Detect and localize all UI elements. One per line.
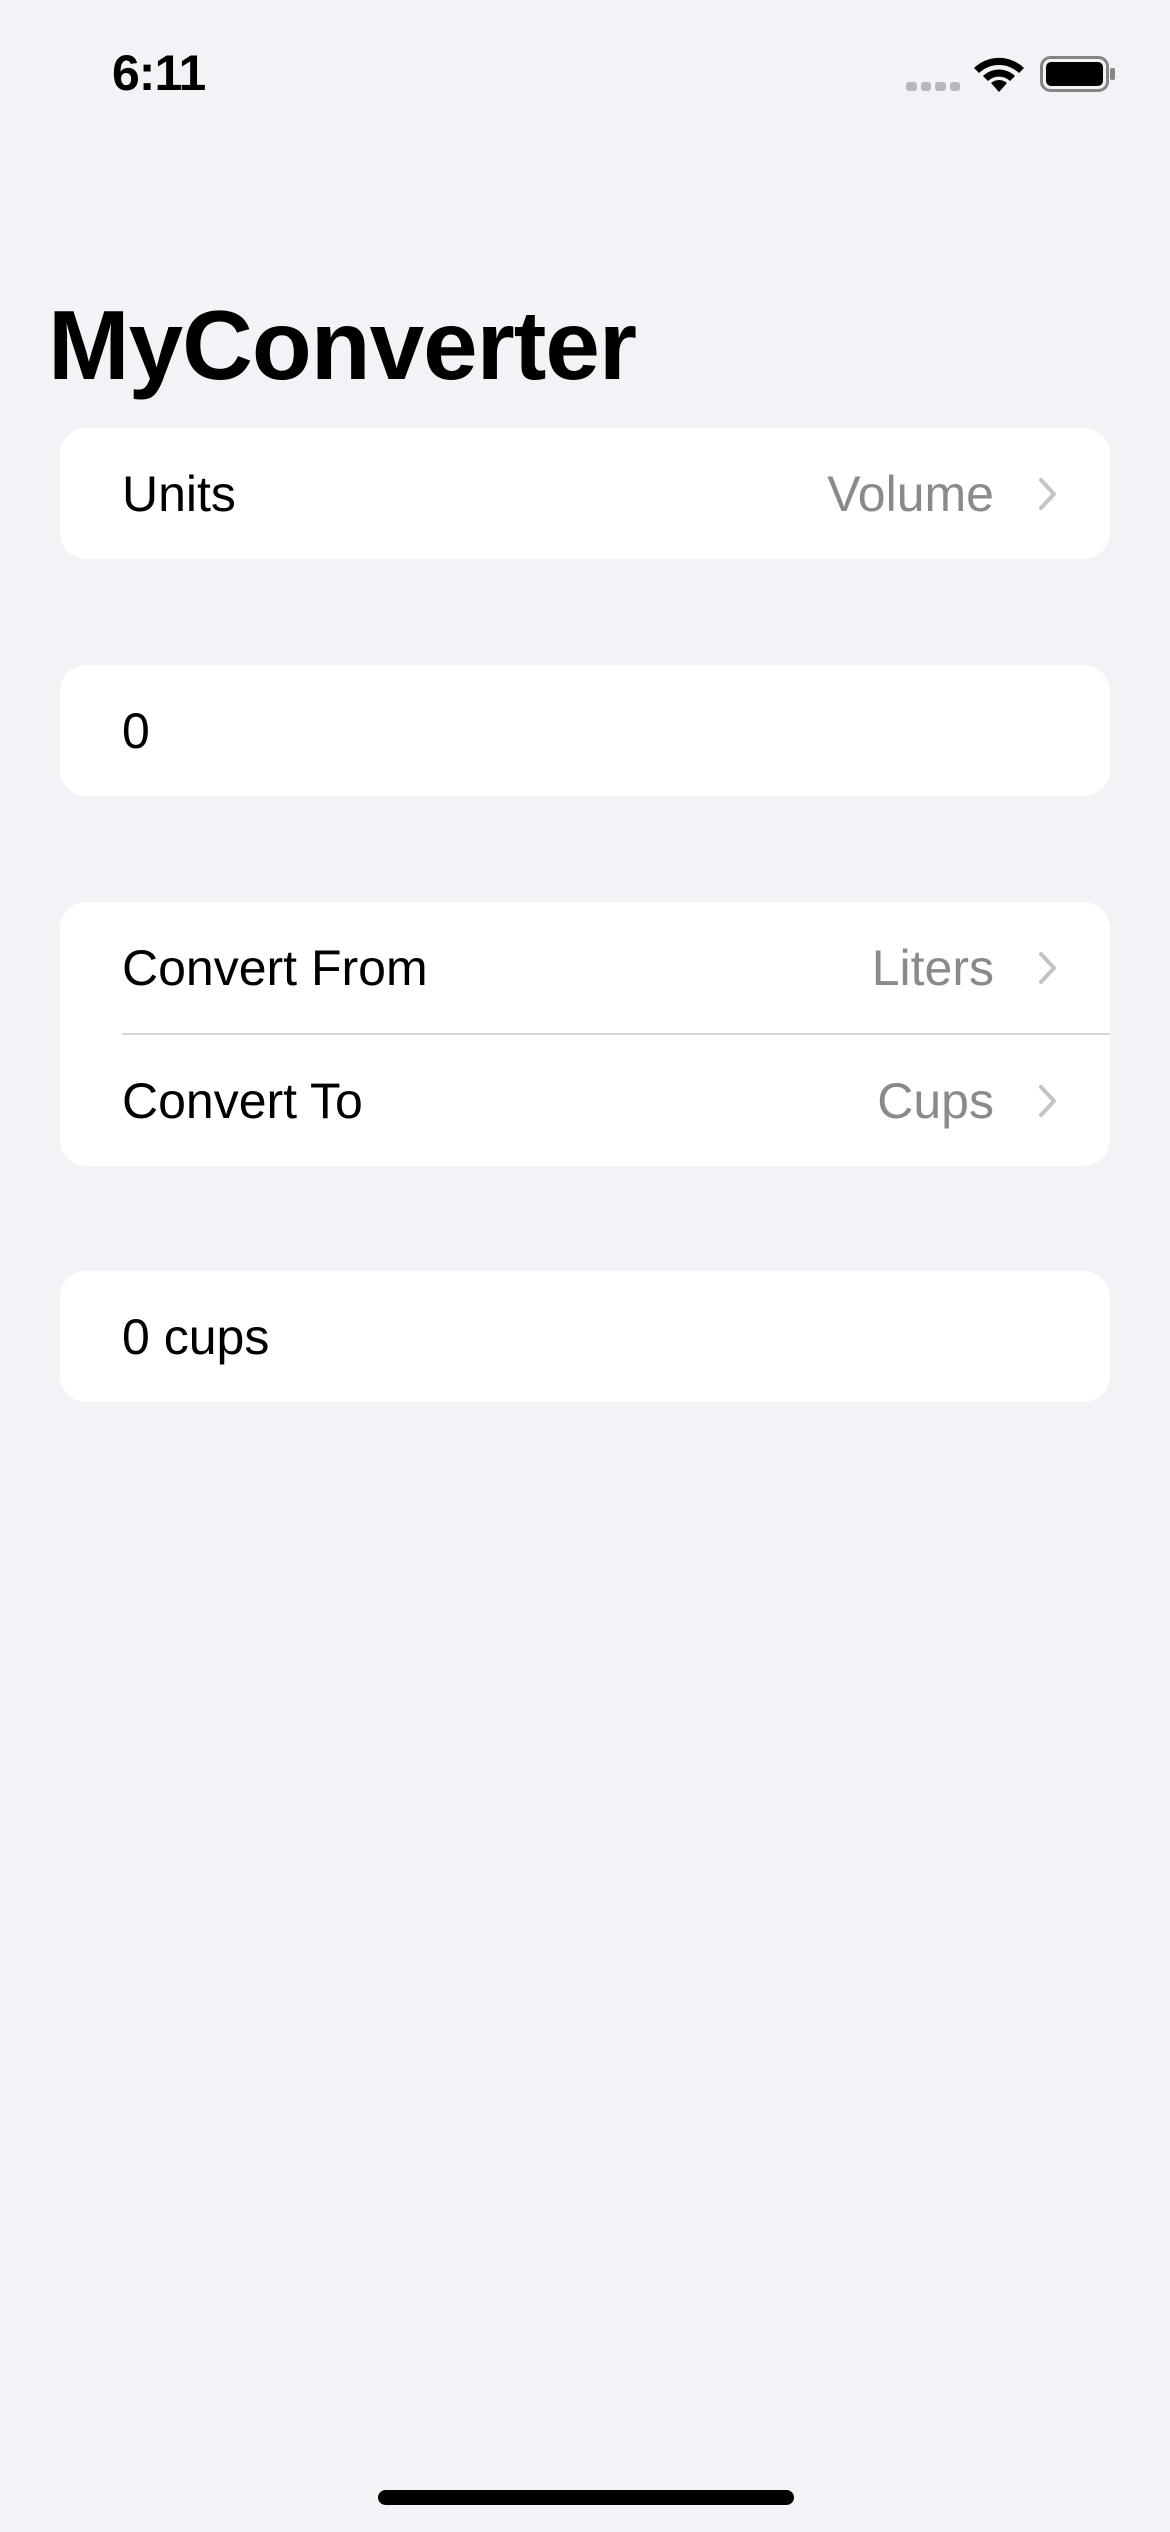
convert-from-row[interactable]: Convert From Liters bbox=[60, 902, 1110, 1033]
chevron-right-icon bbox=[1039, 951, 1056, 984]
status-bar: 6:11 bbox=[0, 0, 1170, 150]
chevron-right-icon bbox=[1039, 477, 1056, 510]
units-row[interactable]: Units Volume bbox=[60, 428, 1110, 559]
units-card: Units Volume bbox=[60, 428, 1110, 559]
chevron-right-icon bbox=[1039, 1084, 1056, 1117]
status-time: 6:11 bbox=[112, 45, 206, 101]
units-value: Volume bbox=[827, 465, 994, 522]
result-value: 0 cups bbox=[122, 1308, 270, 1365]
conversion-card: Convert From Liters Convert To Cups bbox=[60, 902, 1110, 1166]
convert-to-row[interactable]: Convert To Cups bbox=[60, 1035, 1110, 1166]
convert-to-value: Cups bbox=[877, 1072, 994, 1129]
input-card: 0 bbox=[60, 665, 1110, 796]
battery-icon bbox=[1040, 56, 1115, 92]
result-row: 0 cups bbox=[60, 1271, 1110, 1402]
convert-from-value: Liters bbox=[871, 939, 994, 996]
page-title: MyConverter bbox=[48, 290, 637, 400]
convert-from-label: Convert From bbox=[122, 939, 428, 996]
convert-to-label: Convert To bbox=[122, 1072, 363, 1129]
units-label: Units bbox=[122, 465, 236, 522]
cellular-signal-icon bbox=[906, 82, 960, 92]
amount-input[interactable]: 0 bbox=[60, 665, 1110, 796]
wifi-icon bbox=[974, 57, 1024, 92]
home-indicator[interactable] bbox=[378, 2490, 794, 2505]
result-card: 0 cups bbox=[60, 1271, 1110, 1402]
amount-input-value: 0 bbox=[122, 702, 150, 759]
